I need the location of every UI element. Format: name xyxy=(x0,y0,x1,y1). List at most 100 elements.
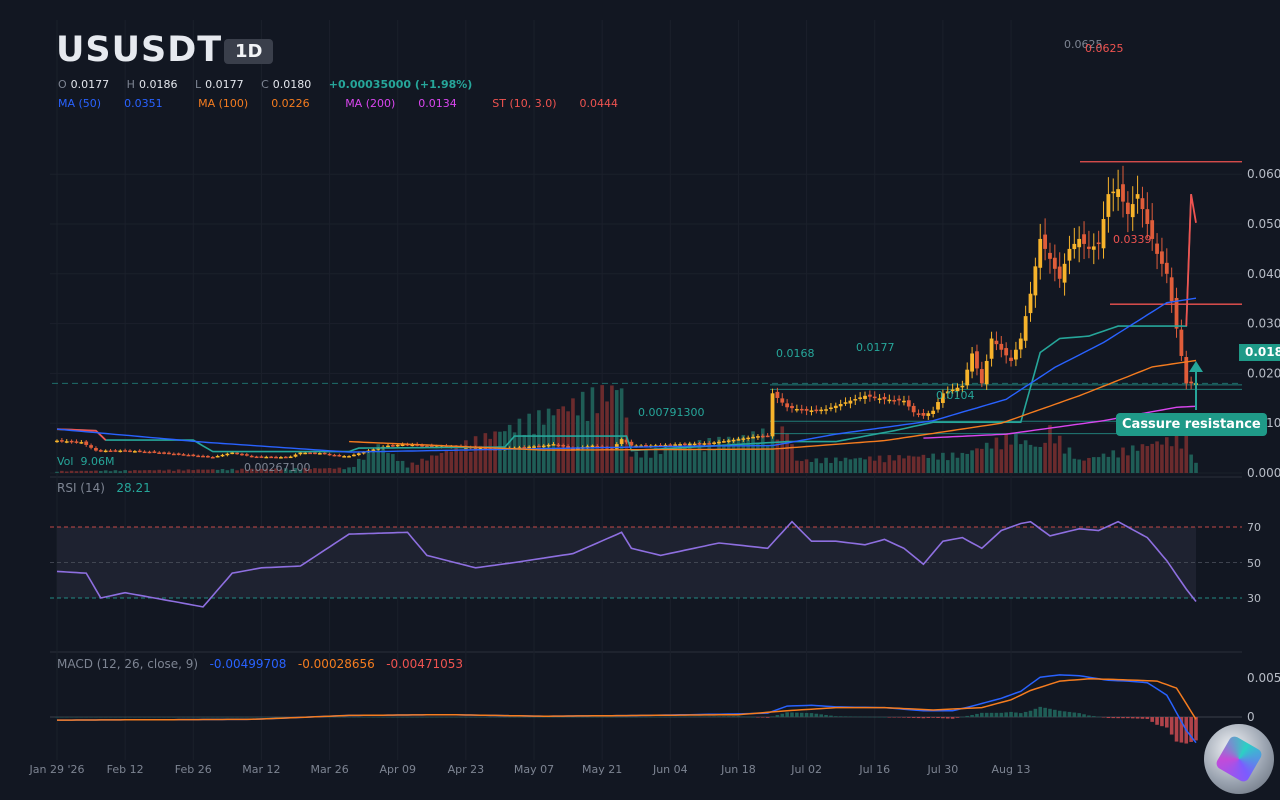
macd-histogram-bar xyxy=(60,717,64,718)
candle-body xyxy=(186,454,191,457)
macd-histogram-bar xyxy=(215,717,220,718)
volume-bar xyxy=(215,469,220,473)
macd-histogram-bar xyxy=(731,716,736,717)
brand-logo xyxy=(1204,724,1274,794)
st-legend[interactable]: ST (10, 3.0) 0.0444 xyxy=(492,97,634,110)
candle-body xyxy=(352,454,356,457)
macd-histogram-bar xyxy=(1077,713,1081,717)
volume-bar xyxy=(167,469,171,473)
macd-histogram-bar xyxy=(361,717,366,718)
candle-body xyxy=(999,343,1004,350)
candle-body xyxy=(790,405,794,409)
volume-bar xyxy=(980,448,984,473)
all-time-low-label: 0.00267100 xyxy=(244,461,311,474)
volume-bar xyxy=(795,460,799,473)
volume-bar xyxy=(84,470,89,473)
candle-body xyxy=(882,396,887,400)
candle-body xyxy=(371,449,376,452)
macd-tick-label: 0.005 xyxy=(1247,671,1280,685)
volume-bar xyxy=(468,451,473,473)
volume-bar xyxy=(235,470,239,473)
macd-histogram-bar xyxy=(172,717,176,718)
volume-bar xyxy=(863,459,867,473)
volume-bar xyxy=(1140,444,1145,473)
ma50-legend[interactable]: MA (50) 0.0351 xyxy=(58,97,179,110)
volume-bar xyxy=(517,418,522,473)
macd-histogram-bar xyxy=(707,716,712,717)
volume-bar xyxy=(843,457,848,473)
macd-histogram-bar xyxy=(1004,712,1008,717)
macd-histogram-bar xyxy=(965,715,970,717)
macd-histogram-bar xyxy=(868,716,872,718)
volume-bar xyxy=(663,446,668,473)
macd-histogram-bar xyxy=(1043,707,1047,717)
macd-histogram-bar xyxy=(649,716,653,718)
macd-histogram-bar xyxy=(89,717,93,718)
macd-histogram-bar xyxy=(94,717,98,718)
macd-histogram-bar xyxy=(1106,717,1111,719)
candle-body xyxy=(536,445,541,448)
macd-histogram-bar xyxy=(74,717,79,718)
timeframe-badge[interactable]: 1D xyxy=(224,39,274,64)
candle-body xyxy=(288,456,293,459)
candle-body xyxy=(556,444,561,447)
candle-body xyxy=(1164,262,1169,274)
macd-histogram-bar xyxy=(892,717,897,718)
volume-bar xyxy=(464,440,468,473)
candle-body xyxy=(1082,234,1086,244)
volume-bar xyxy=(712,449,716,473)
candle-body xyxy=(1043,234,1048,249)
macd-histogram-bar xyxy=(376,717,381,718)
volume-bar xyxy=(683,447,687,473)
macd-histogram-bar xyxy=(478,717,483,718)
candle-body xyxy=(152,451,157,453)
candle-body xyxy=(55,440,59,443)
level-label-0168: 0.0168 xyxy=(776,347,815,360)
volume-bar xyxy=(337,467,342,473)
candle-body xyxy=(181,454,186,456)
candle-body xyxy=(298,452,303,455)
ma100-label: MA (100) xyxy=(198,97,249,110)
macd-histogram-bar xyxy=(191,717,196,718)
st-value: 0.0444 xyxy=(579,97,619,110)
candle-body xyxy=(799,408,804,411)
macd-histogram-bar xyxy=(960,716,965,718)
macd-histogram-bar xyxy=(595,717,600,718)
volume-bar xyxy=(1111,450,1116,473)
macd-histogram-bar xyxy=(556,717,561,718)
macd-histogram-bar xyxy=(1101,717,1106,718)
date-tick-label: Jul 16 xyxy=(858,763,890,776)
ma100-legend[interactable]: MA (100) 0.0226 xyxy=(198,97,326,110)
volume-bar xyxy=(532,433,536,473)
candle-body xyxy=(69,440,74,443)
macd-histogram-bar xyxy=(69,717,74,718)
macd-histogram-bar xyxy=(673,716,677,718)
candle-body xyxy=(89,445,93,448)
histogram-value: -0.00471053 xyxy=(386,657,464,671)
price-chart[interactable]: 0.0600.0500.0400.0300.0200.0100.000Jan 2… xyxy=(0,0,1280,800)
volume-bar xyxy=(352,466,356,473)
macd-histogram-bar xyxy=(678,716,682,718)
rsi-level-30: 30 xyxy=(1247,592,1261,605)
candle-body xyxy=(322,452,327,455)
candle-body xyxy=(1160,251,1164,264)
volume-bar xyxy=(605,401,609,473)
macd-histogram-bar xyxy=(429,717,434,718)
volume-bar xyxy=(848,459,853,473)
macd-histogram-bar xyxy=(795,712,799,717)
candle-body xyxy=(118,450,123,453)
volume-bar xyxy=(220,468,225,473)
macd-histogram-bar xyxy=(780,713,785,717)
macd-histogram-bar xyxy=(1111,717,1116,719)
macd-histogram-bar xyxy=(546,717,551,718)
ma200-legend[interactable]: MA (200) 0.0134 xyxy=(345,97,473,110)
candle-body xyxy=(1116,189,1121,197)
volume-bar xyxy=(488,438,493,473)
macd-histogram-bar xyxy=(196,717,200,718)
macd-histogram-bar xyxy=(332,717,337,718)
candle-body xyxy=(683,443,687,446)
candle-body xyxy=(853,399,858,401)
candle-body xyxy=(235,452,239,455)
volume-bar xyxy=(994,437,999,473)
candle-body xyxy=(707,443,712,445)
